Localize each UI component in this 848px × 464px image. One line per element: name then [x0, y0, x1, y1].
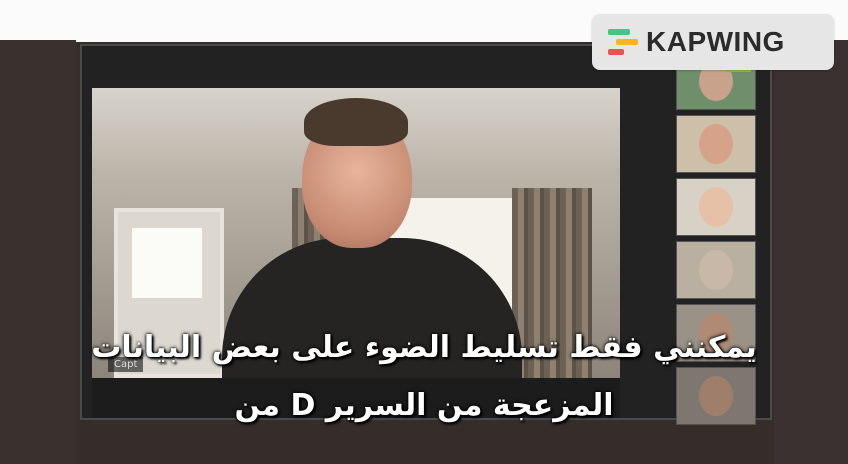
subtitle-line-2: المزعجة من السرير D من: [234, 388, 614, 423]
participant-thumbnail[interactable]: [676, 241, 756, 299]
subtitle-line-1: يمكنني فقط تسليط الضوء على بعض البيانات: [91, 330, 757, 365]
participant-face: [699, 250, 733, 290]
kapwing-logo-icon: [608, 29, 638, 55]
kapwing-brand-text: KAPWING: [646, 26, 785, 57]
logo-bar-red: [608, 49, 624, 55]
logo-bar-green: [608, 29, 630, 35]
logo-bar-yellow: [616, 39, 638, 45]
speaker-hair: [304, 98, 408, 146]
kapwing-watermark: KAPWING: [592, 14, 834, 70]
participant-face: [699, 187, 733, 227]
participant-face: [699, 124, 733, 164]
door-window: [132, 228, 202, 298]
participant-thumbnail-column: TV: [676, 52, 760, 430]
participant-thumbnail[interactable]: [676, 178, 756, 236]
participant-thumbnail[interactable]: [676, 115, 756, 173]
